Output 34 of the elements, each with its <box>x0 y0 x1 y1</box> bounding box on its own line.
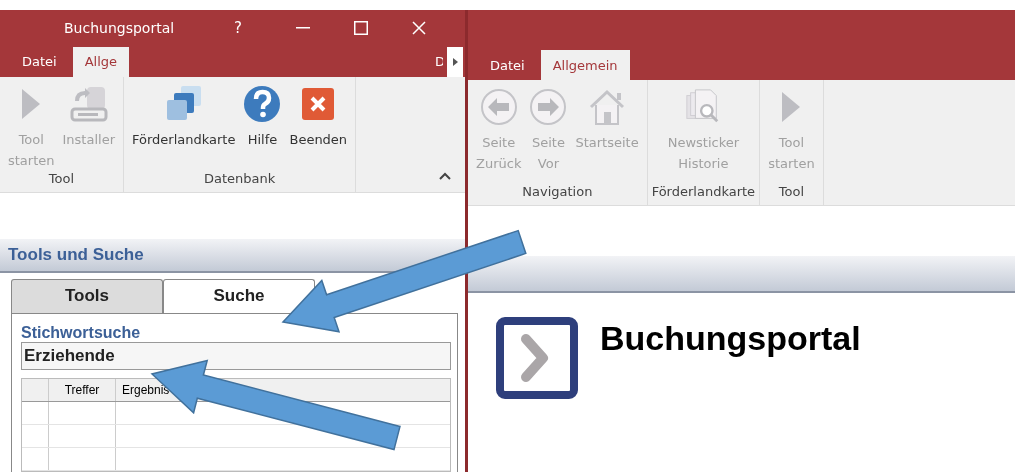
chevron-right-icon <box>496 317 578 399</box>
forward-icon <box>529 88 568 126</box>
ribbon-tab[interactable]: Datei <box>478 50 537 80</box>
group-label: Tool <box>778 184 804 201</box>
minimize-icon[interactable] <box>295 27 310 30</box>
close-icon[interactable] <box>411 21 426 36</box>
group-label: Förderlandkarte <box>651 184 756 201</box>
search-label: Stichwortsuche <box>21 324 141 342</box>
help-button[interactable]: ? <box>234 19 242 38</box>
maximize-icon[interactable] <box>353 21 368 36</box>
tab[interactable]: Suche <box>163 278 315 313</box>
back-icon <box>479 88 518 126</box>
window-title: Buchungsportal <box>64 20 176 37</box>
panel-title: Tools und Suche <box>8 244 144 265</box>
layers-icon <box>164 84 203 123</box>
group-label: Datenbank <box>203 170 276 188</box>
scroll-right-button[interactable] <box>447 46 463 77</box>
column-header[interactable]: Ergebnis <box>116 379 450 401</box>
help-icon <box>243 84 282 123</box>
ribbon-tab[interactable]: Allge <box>72 46 130 77</box>
triangle-right-icon <box>452 57 458 66</box>
group-label: Navigation <box>522 184 593 201</box>
ribbon-button[interactable]: Hilfe <box>239 84 286 150</box>
ribbon-button[interactable]: Förderlandkarte <box>128 84 240 150</box>
group-label: Tool <box>48 170 75 188</box>
ribbon-button[interactable]: Beenden <box>285 84 352 150</box>
drive-icon <box>68 84 109 123</box>
column-header[interactable]: Treffer <box>49 379 116 401</box>
chevron-up-icon[interactable] <box>439 171 451 180</box>
app-heading: Buchungsportal <box>600 319 861 358</box>
ribbon-tab[interactable]: Datei <box>10 46 69 77</box>
ribbon-tab[interactable]: Allgemein <box>540 50 630 80</box>
search-field[interactable]: Erziehende <box>21 342 451 370</box>
tab[interactable]: Tools <box>11 278 163 313</box>
